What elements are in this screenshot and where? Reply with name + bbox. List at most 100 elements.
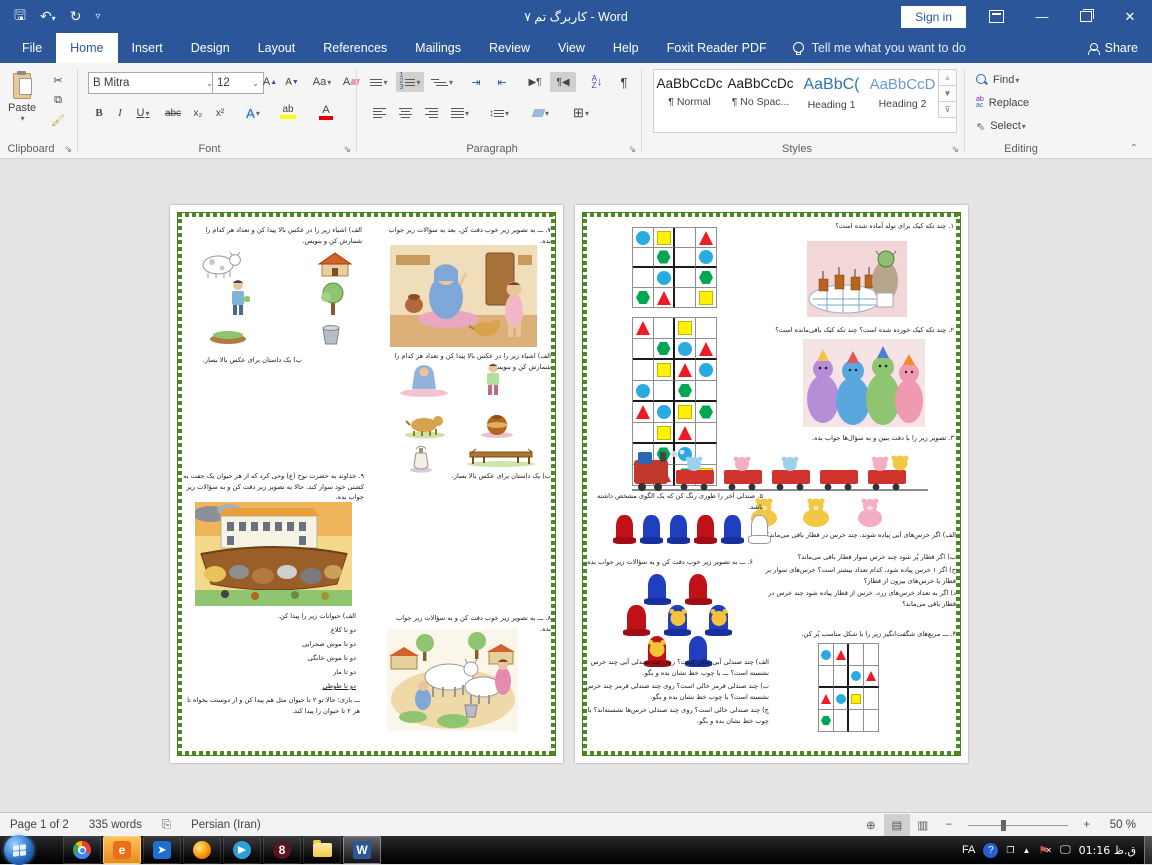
subscript-icon[interactable]: x₂ <box>188 103 208 123</box>
italic-icon[interactable]: I <box>112 103 128 123</box>
line-spacing-icon[interactable]: ↕▾ <box>484 103 514 123</box>
chair-blue[interactable] <box>664 605 691 639</box>
zoom-slider-thumb[interactable] <box>1001 820 1006 831</box>
grid-cell[interactable] <box>834 710 849 732</box>
chair-blue[interactable] <box>644 574 671 608</box>
grid-cell[interactable] <box>633 381 654 402</box>
grid-cell[interactable] <box>675 339 696 360</box>
shape-grid-top[interactable] <box>632 227 717 308</box>
grid-cell[interactable] <box>654 381 675 402</box>
tab-insert[interactable]: Insert <box>118 33 177 63</box>
grid-cell[interactable] <box>849 710 864 732</box>
replace-button[interactable]: abac Replace <box>976 94 1029 112</box>
shrink-font-icon[interactable]: A▼ <box>282 72 302 92</box>
grid-cell[interactable] <box>696 339 717 360</box>
start-button[interactable] <box>4 835 34 865</box>
print-layout-icon[interactable]: ▤ <box>884 814 910 836</box>
grid-cell[interactable] <box>675 248 696 268</box>
page-2[interactable]: ۷. ـــ به تصویر زیر خوب دقت کن. بعد به س… <box>170 205 563 763</box>
close-button[interactable]: ✕ <box>1108 0 1152 33</box>
chair-red[interactable] <box>613 515 636 547</box>
soroush-taskbar-button[interactable]: 8 <box>263 836 301 864</box>
grid-cell[interactable] <box>834 688 849 710</box>
align-left-icon[interactable] <box>368 103 390 123</box>
grid-cell[interactable] <box>696 360 717 381</box>
zoom-out-icon[interactable]: − <box>936 814 962 836</box>
tab-file[interactable]: File <box>8 33 56 63</box>
grid-cell[interactable] <box>675 360 696 381</box>
chairs-pattern-row[interactable] <box>611 515 773 547</box>
align-right-icon[interactable] <box>420 103 442 123</box>
grid-cell[interactable] <box>864 644 879 666</box>
file-explorer-taskbar-button[interactable] <box>303 836 341 864</box>
grid-cell[interactable] <box>696 248 717 268</box>
grid-cell[interactable] <box>633 228 654 248</box>
grid-cell[interactable] <box>654 360 675 381</box>
word-taskbar-button[interactable]: W <box>343 836 381 864</box>
styles-scroll-up-icon[interactable]: ▲ <box>938 70 956 86</box>
increase-indent-icon[interactable]: ⇤ <box>490 72 514 92</box>
share-button[interactable]: Share <box>1088 33 1138 63</box>
chair-blue[interactable] <box>705 605 732 639</box>
grid-cell[interactable] <box>633 318 654 339</box>
grid-cell[interactable] <box>696 402 717 423</box>
grid-cell[interactable] <box>675 402 696 423</box>
grid-cell[interactable] <box>675 268 696 288</box>
page-1[interactable]: ۱. چند تکه کیک برای تولد آماده شده است؟ … <box>575 205 968 763</box>
chair-blue[interactable] <box>640 515 663 547</box>
proofing-icon[interactable]: ⎘ <box>152 819 181 832</box>
firefox-taskbar-button[interactable] <box>183 836 221 864</box>
tab-review[interactable]: Review <box>475 33 544 63</box>
qat-customize-icon[interactable]: ▿ <box>95 11 100 22</box>
grid-cell[interactable] <box>834 644 849 666</box>
paste-button[interactable]: Paste ▾ <box>8 71 36 123</box>
question-badge-icon[interactable]: ? <box>983 843 998 858</box>
tab-mailings[interactable]: Mailings <box>401 33 475 63</box>
grid-cell[interactable] <box>696 318 717 339</box>
grid-cell[interactable] <box>819 666 834 688</box>
grid-cell[interactable] <box>633 402 654 423</box>
page-indicator[interactable]: Page 1 of 2 <box>0 819 79 831</box>
strikethrough-icon[interactable]: abc <box>160 103 186 123</box>
clipboard-dialog-launcher-icon[interactable]: ⇘ <box>64 144 72 155</box>
grid-cell[interactable] <box>849 666 864 688</box>
styles-dialog-launcher-icon[interactable]: ⇘ <box>951 144 959 155</box>
font-size-combo[interactable]: 12 ⌄ <box>212 72 264 94</box>
grow-font-icon[interactable]: A▲ <box>260 72 280 92</box>
eitaa-taskbar-button[interactable]: e <box>103 836 141 864</box>
tab-layout[interactable]: Layout <box>244 33 310 63</box>
grid-cell[interactable] <box>654 288 675 308</box>
font-dialog-launcher-icon[interactable]: ⇘ <box>343 144 351 155</box>
tab-help[interactable]: Help <box>599 33 653 63</box>
save-icon[interactable]: 🖫 <box>14 5 26 29</box>
style-no-spacing[interactable]: AaBbCcDc ¶ No Spac... <box>725 70 796 132</box>
chrome-taskbar-button[interactable] <box>63 836 101 864</box>
grid-cell[interactable] <box>633 248 654 268</box>
restore-button[interactable] <box>1064 0 1108 33</box>
grid-cell[interactable] <box>696 268 717 288</box>
collapse-ribbon-icon[interactable]: ⌃ <box>1130 143 1138 154</box>
shading-icon[interactable]: ▾ <box>524 103 558 123</box>
borders-icon[interactable]: ⊞▾ <box>564 103 598 123</box>
styles-more-icon[interactable]: ⊽ <box>938 102 956 118</box>
bullets-icon[interactable]: ▾ <box>366 72 392 92</box>
clock[interactable]: ق.ظ 01:16 <box>1079 844 1136 857</box>
grid-cell[interactable] <box>696 288 717 308</box>
chairs-with-bears-cluster[interactable] <box>621 577 734 667</box>
chair-blue[interactable] <box>721 515 744 547</box>
window-popup-icon[interactable]: ❐ <box>1006 845 1014 856</box>
grid-cell[interactable] <box>633 360 654 381</box>
word-count[interactable]: 335 words <box>79 819 152 831</box>
grid-cell[interactable] <box>654 339 675 360</box>
font-color-icon[interactable]: A <box>310 101 342 123</box>
grid-cell[interactable] <box>819 644 834 666</box>
paragraph-dialog-launcher-icon[interactable]: ⇘ <box>628 144 636 155</box>
bale-taskbar-button[interactable]: ➤ <box>143 836 181 864</box>
chair-red[interactable] <box>685 574 712 608</box>
grid-cell[interactable] <box>864 710 879 732</box>
redo-icon[interactable]: ↻ <box>70 8 82 25</box>
find-button[interactable]: Find▾ <box>976 71 1019 89</box>
ltr-direction-icon[interactable]: ▶¶ <box>522 72 548 92</box>
zoom-level[interactable]: 50 % <box>1100 819 1152 831</box>
grid-cell[interactable] <box>849 644 864 666</box>
